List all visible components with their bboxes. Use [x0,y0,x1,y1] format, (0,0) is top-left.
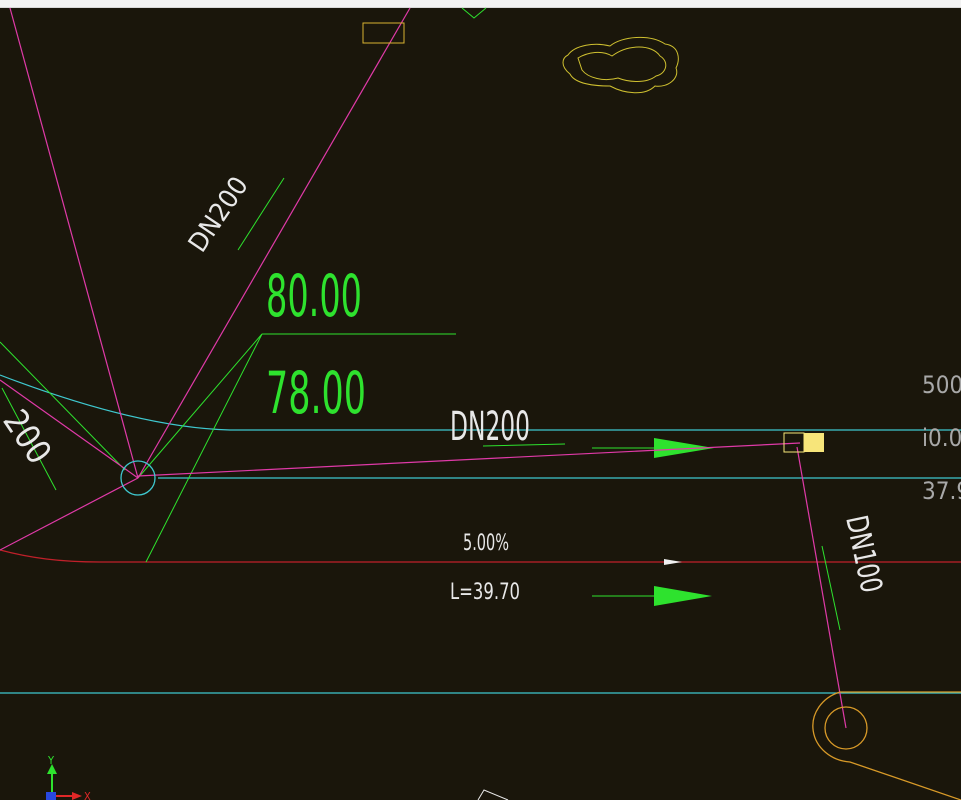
ucs-x-label: X [84,790,91,800]
invert-elevation-label: 78.00 [266,359,366,427]
ucs-y-label: Y [47,754,55,767]
edge-label-middle: i0.00 [922,424,961,452]
edge-label-top: 500 [922,371,961,399]
slope-label: 5.00% [463,531,509,556]
cad-drawing-canvas[interactable]: DN200 80.00 78.00 DN200 200 DN100 5.00% … [0,0,961,800]
edge-label-bottom: 37.9 [922,477,961,505]
ground-elevation-label: 80.00 [266,262,362,330]
manhole-square-fill [804,433,824,452]
length-label: L=39.70 [450,580,520,605]
ucs-origin-box [46,792,56,800]
pipe-label-main: DN200 [450,404,530,450]
